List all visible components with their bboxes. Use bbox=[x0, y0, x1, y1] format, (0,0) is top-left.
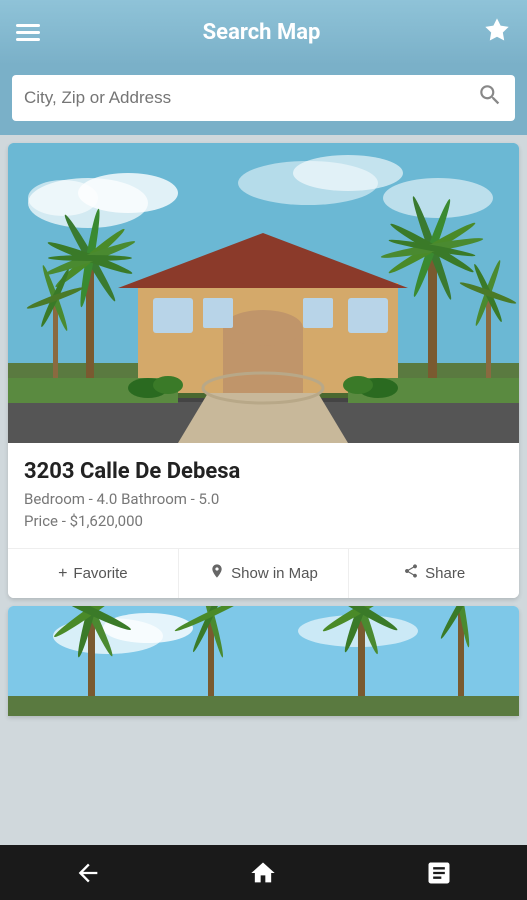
back-button[interactable] bbox=[58, 853, 118, 893]
page-title: Search Map bbox=[203, 20, 321, 45]
property-image-2-partial bbox=[8, 606, 519, 716]
favorite-label: Favorite bbox=[73, 565, 127, 582]
header: Search Map bbox=[0, 0, 527, 65]
location-pin-icon bbox=[209, 563, 225, 584]
property-address-1: 3203 Calle De Debesa bbox=[24, 459, 503, 484]
share-button[interactable]: Share bbox=[349, 549, 519, 598]
search-icon[interactable] bbox=[477, 82, 503, 114]
property-details-1: Bedroom - 4.0 Bathroom - 5.0 bbox=[24, 490, 503, 508]
content-area: 3203 Calle De Debesa Bedroom - 4.0 Bathr… bbox=[0, 135, 527, 845]
hamburger-line-1 bbox=[16, 24, 40, 27]
search-bar bbox=[12, 75, 515, 121]
hamburger-line-2 bbox=[16, 31, 40, 34]
share-label: Share bbox=[425, 565, 465, 582]
home-button[interactable] bbox=[233, 853, 293, 893]
property-info-1: 3203 Calle De Debesa Bedroom - 4.0 Bathr… bbox=[8, 443, 519, 548]
plus-icon: + bbox=[58, 565, 67, 583]
recents-button[interactable] bbox=[409, 853, 469, 893]
property-card-1: 3203 Calle De Debesa Bedroom - 4.0 Bathr… bbox=[8, 143, 519, 598]
property-price-1: Price - $1,620,000 bbox=[24, 512, 503, 530]
share-icon bbox=[403, 563, 419, 584]
menu-icon[interactable] bbox=[16, 24, 40, 41]
favorite-button[interactable]: + Favorite bbox=[8, 549, 179, 598]
hamburger-line-3 bbox=[16, 38, 40, 41]
property-image-1[interactable] bbox=[8, 143, 519, 443]
show-in-map-label: Show in Map bbox=[231, 565, 318, 582]
show-in-map-button[interactable]: Show in Map bbox=[179, 549, 350, 598]
property-actions-1: + Favorite Show in Map Share bbox=[8, 548, 519, 598]
search-input[interactable] bbox=[24, 88, 477, 108]
bottom-nav bbox=[0, 845, 527, 900]
property-card-2-partial[interactable] bbox=[8, 606, 519, 716]
search-bar-container bbox=[0, 65, 527, 135]
favorite-star-icon[interactable] bbox=[483, 16, 511, 50]
